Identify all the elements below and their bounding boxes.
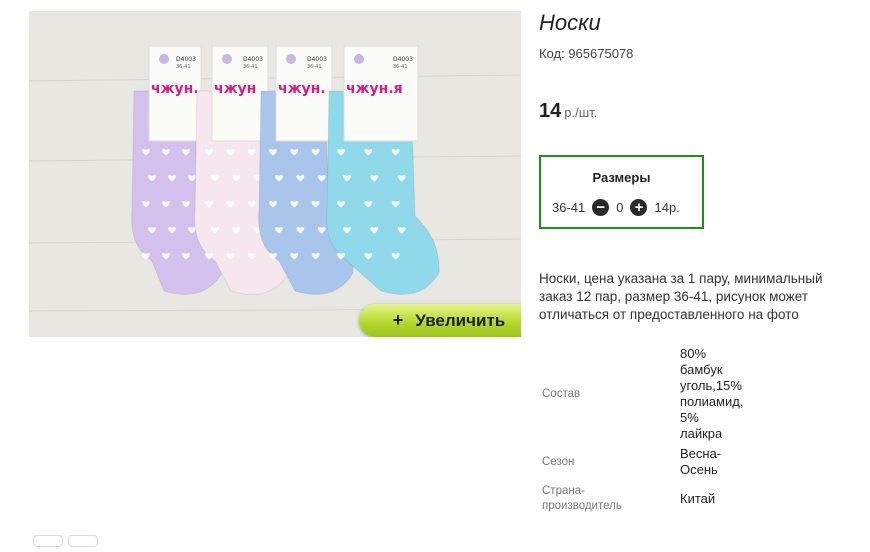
property-value: Китай (680, 491, 716, 506)
table-row: Состав 80% бамбук уголь,15% полиамид, 5%… (539, 346, 760, 442)
property-key: Сезон (542, 456, 575, 468)
label-size: 36-41 (393, 64, 408, 70)
table-row: Сезон Весна- Осень (539, 442, 760, 478)
label-code: D4003 (176, 56, 196, 63)
product-price: 14 р./шт. (539, 100, 597, 123)
label-code: D4003 (393, 56, 413, 63)
plus-icon: + (392, 310, 404, 330)
quantity-value[interactable]: 0 (616, 200, 623, 215)
properties-table: Состав 80% бамбук уголь,15% полиамид, 5%… (539, 346, 760, 514)
product-title: Носки (539, 10, 601, 35)
label-code: D4003 (243, 56, 263, 63)
label-brand: чжун. (151, 81, 199, 97)
sizes-title: Размеры (592, 170, 651, 185)
label-size: 36-41 (243, 64, 258, 70)
property-key: Страна- производитель (542, 485, 622, 512)
product-code: Код: 965675078 (539, 46, 634, 61)
minus-circle-icon[interactable]: − (592, 199, 610, 216)
socks-photo: D400336-41чжун.D400336-41чжунD400336-41ч… (29, 11, 521, 337)
zoom-label: Увеличить (415, 310, 506, 330)
pager-dot[interactable] (68, 535, 98, 547)
plus-circle-icon[interactable]: + (630, 199, 648, 216)
size-price: 14р. (654, 200, 680, 215)
label-brand: чжун. (278, 81, 326, 97)
zoom-button[interactable]: + Увеличить (359, 304, 521, 337)
property-key: Состав (542, 387, 581, 400)
size-row: 36-41 − 0 + 14р. (552, 199, 687, 216)
sizes-box: Размеры 36-41 − 0 + 14р. (539, 155, 704, 229)
label-brand: чжун.я (346, 81, 403, 97)
pagination (33, 534, 103, 552)
label-code: D4003 (307, 56, 327, 63)
property-value: 80% бамбук уголь,15% полиамид, 5% лайкра (680, 346, 744, 441)
property-value: Весна- Осень (680, 446, 722, 477)
label-brand: чжун (214, 81, 256, 97)
label-size: 36-41 (176, 64, 191, 70)
label-size: 36-41 (307, 64, 322, 70)
table-row: Страна- производитель Китай (539, 478, 760, 514)
product-image[interactable]: D4003 36-41 чжун. D4003 36-41 чжун D4003 36-41 ч… (29, 11, 521, 337)
size-value: 36-41 (552, 200, 586, 215)
product-description: Носки, цена указана за 1 пару, минимальн… (539, 271, 823, 322)
price-unit: р./шт. (564, 105, 598, 120)
pager-dot[interactable] (33, 535, 63, 547)
price-value: 14 (539, 100, 562, 122)
